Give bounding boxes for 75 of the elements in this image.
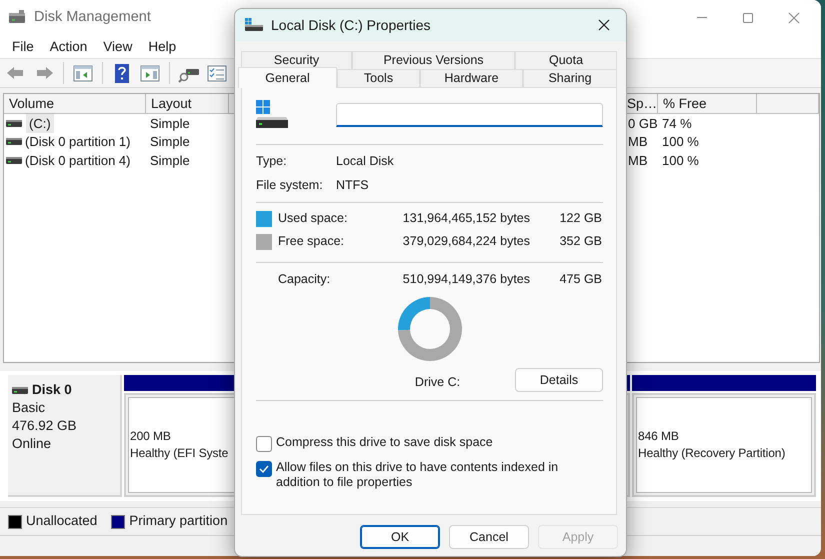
- field-value: 352 GB: [558, 233, 602, 250]
- table-cell[interactable]: (Disk 0 partition 4): [25, 150, 130, 170]
- tab[interactable]: Sharing: [523, 69, 617, 87]
- drive-icon: [6, 137, 22, 146]
- tab[interactable]: Hardware: [420, 69, 523, 87]
- table-cell-text: MB: [628, 133, 648, 151]
- table-cell-text: Simple: [150, 114, 190, 133]
- app-icon: [8, 10, 26, 26]
- partition-block[interactable]: 846 MB Healthy (Recovery Partition): [632, 393, 816, 497]
- field-value: 475 GB: [558, 271, 602, 288]
- drive-icon: [245, 18, 263, 32]
- tab[interactable]: Security: [241, 51, 352, 69]
- name-field[interactable]: [336, 103, 603, 127]
- legend-label: Primary partition: [129, 512, 228, 530]
- window-title: Disk Management: [34, 8, 151, 28]
- drive-icon: [256, 100, 288, 130]
- tab[interactable]: General: [238, 67, 337, 88]
- close-icon: [788, 12, 800, 24]
- drive-icon: [12, 386, 28, 394]
- drive-icon: [6, 118, 22, 128]
- table-cell-text: Simple: [150, 133, 190, 151]
- tab[interactable]: Quota: [515, 51, 617, 69]
- details-button[interactable]: Details: [515, 368, 603, 392]
- disk-detail: 476.92 GB: [12, 417, 78, 435]
- menu-item[interactable]: Action: [44, 36, 94, 58]
- disk-detail: Basic: [12, 399, 46, 417]
- partition-size: 200 MB: [130, 428, 171, 445]
- field-label: Free space:: [278, 233, 346, 250]
- field-label: Type:: [256, 152, 288, 170]
- checklist-icon[interactable]: [206, 62, 228, 84]
- tab[interactable]: Previous Versions: [352, 51, 515, 69]
- dialog-button[interactable]: OK: [360, 525, 440, 549]
- table-cell[interactable]: (Disk 0 partition 1): [25, 132, 130, 152]
- disk-detail: Online: [12, 435, 52, 453]
- column-header[interactable]: % Free: [658, 94, 757, 113]
- menu-item[interactable]: View: [97, 36, 138, 58]
- field-value: 379,029,684,224 bytes: [402, 233, 530, 250]
- field-value: Local Disk: [336, 152, 395, 170]
- dialog-button[interactable]: Cancel: [449, 525, 529, 549]
- field-value: NTFS: [336, 176, 370, 194]
- check-icon: [259, 465, 269, 473]
- checkbox[interactable]: [256, 461, 272, 477]
- close-icon: [598, 19, 610, 31]
- table-cell-text: 74 %: [662, 114, 692, 132]
- menu-item[interactable]: File: [6, 36, 40, 58]
- checkbox-label: Compress this drive to save disk space: [275, 435, 493, 450]
- field-value: 510,994,149,376 bytes: [402, 271, 530, 288]
- drive-icon: [6, 156, 22, 165]
- checkbox-label: Allow files on this drive to have contents indexed in addition to file properties: [275, 460, 560, 490]
- dialog-title: Local Disk (C:) Properties: [271, 16, 430, 35]
- console-tree-icon[interactable]: [72, 62, 94, 84]
- partition-status: Healthy (EFI Syste: [130, 445, 228, 462]
- disk-name: Disk 0: [32, 381, 72, 399]
- column-header[interactable]: Layout: [146, 94, 229, 113]
- field-label: Used space:: [278, 210, 348, 228]
- legend-label: Unallocated: [26, 512, 98, 530]
- table-cell-text: 100 %: [662, 152, 699, 170]
- field-label: File system:: [256, 176, 324, 194]
- table-cell-text: MB: [628, 152, 648, 170]
- partition-status: Healthy (Recovery Partition): [638, 445, 786, 462]
- drive-label: Drive C:: [414, 374, 460, 392]
- table-cell[interactable]: (C:): [26, 114, 54, 133]
- column-header[interactable]: Volume: [4, 94, 146, 113]
- table-cell-text: 100 %: [662, 133, 699, 151]
- table-cell-text: 0 GB: [628, 114, 658, 132]
- action-pane-icon[interactable]: [139, 62, 161, 84]
- partition-size: 846 MB: [638, 428, 679, 445]
- menu-item[interactable]: Help: [142, 36, 182, 58]
- maximize-icon: [742, 12, 754, 24]
- table-cell-text: Simple: [150, 152, 190, 170]
- field-value: 131,964,465,152 bytes: [402, 210, 530, 228]
- tab[interactable]: Tools: [337, 69, 420, 87]
- field-label: Capacity:: [278, 271, 332, 288]
- checkbox[interactable]: [256, 436, 272, 452]
- field-value: 122 GB: [558, 210, 602, 228]
